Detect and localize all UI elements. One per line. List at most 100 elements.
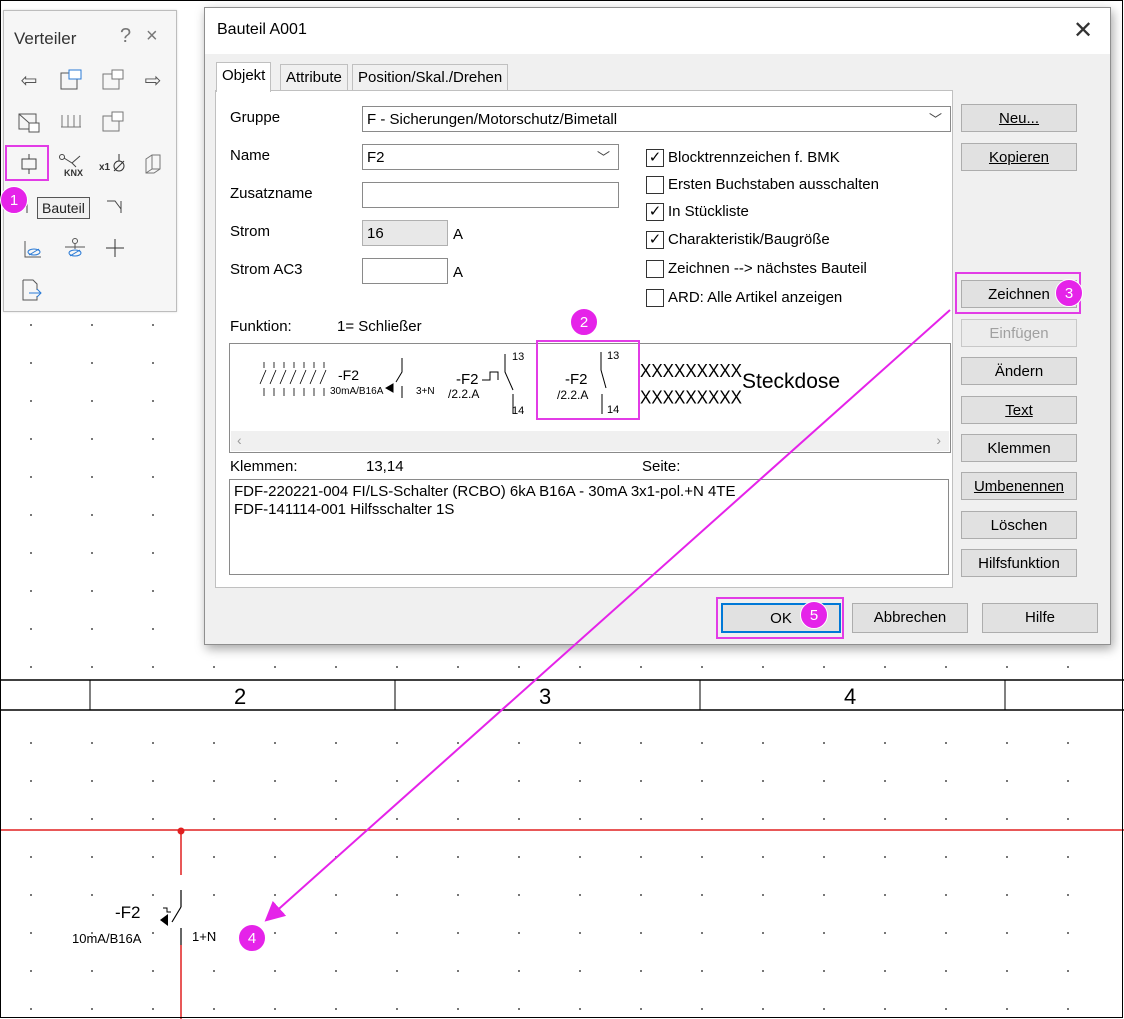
neu-button[interactable]: Neu... <box>961 104 1077 132</box>
klemmen-button[interactable]: Klemmen <box>961 434 1077 462</box>
preview-contact-symbol-delayed[interactable] <box>482 354 514 414</box>
zusatzname-label: Zusatzname <box>230 185 313 202</box>
preview-sym1-label: -F2 <box>338 367 359 383</box>
step-badge-3: 3 <box>1055 279 1083 307</box>
list-item[interactable]: FDF-141114-001 Hilfsschalter 1S <box>234 501 944 519</box>
name-combobox[interactable]: F2 ﹀ <box>362 144 619 170</box>
text-button[interactable]: Text <box>961 396 1077 424</box>
loeschen-button[interactable]: Löschen <box>961 511 1077 539</box>
tab-attribute[interactable]: Attribute <box>280 64 348 90</box>
step-badge-4: 4 <box>238 924 266 952</box>
checkbox-blocktrennzeichen[interactable]: ✓ <box>646 149 664 167</box>
palette-close-icon[interactable]: × <box>146 25 158 48</box>
terminal-x1-icon[interactable]: x1 <box>98 149 128 179</box>
column-number-3: 3 <box>539 684 552 709</box>
hilfsfunktion-button[interactable]: Hilfsfunktion <box>961 549 1077 577</box>
name-label: Name <box>230 147 271 164</box>
panel-front-icon[interactable] <box>56 65 86 95</box>
tab-objekt[interactable]: Objekt <box>216 62 272 92</box>
knx-icon[interactable]: KNX <box>56 149 86 179</box>
umbenennen-button[interactable]: Umbenennen <box>961 472 1077 500</box>
contact-icon[interactable] <box>102 191 132 221</box>
close-icon[interactable]: ✕ <box>1073 16 1093 45</box>
funktion-label: Funktion: <box>230 318 292 335</box>
preview-sym1-poles: 3+N <box>416 386 435 397</box>
stromac3-label: Strom AC3 <box>230 261 303 278</box>
preview-symbol-multipole[interactable] <box>259 362 327 396</box>
crosshair-icon[interactable] <box>100 233 130 263</box>
step-badge-1: 1 <box>0 186 28 214</box>
strom-unit: A <box>453 226 464 243</box>
highlight-selected-symbol <box>536 340 640 420</box>
checkbox-label-ard: ARD: Alle Artikel anzeigen <box>668 289 843 306</box>
dialog-title: Bauteil A001 <box>217 21 307 38</box>
checkbox-zeichnen-naechstes[interactable] <box>646 260 664 278</box>
checkbox-label-zeichnen-naechstes: Zeichnen --> nächstes Bauteil <box>668 260 867 277</box>
chevron-down-icon: ﹀ <box>596 150 610 165</box>
svg-text:KNX: KNX <box>64 168 83 177</box>
chevron-down-icon: ﹀ <box>928 112 942 127</box>
stromac3-input[interactable] <box>362 258 448 284</box>
hilfe-button[interactable]: Hilfe <box>982 603 1098 633</box>
preview-steckdose: Steckdose <box>742 370 840 393</box>
checkbox-label-charakteristik: Charakteristik/Baugröße <box>668 231 830 248</box>
preview-sym2-label: -F2 <box>456 371 479 388</box>
panel-module-icon[interactable] <box>98 107 128 137</box>
box-3d-icon[interactable] <box>138 149 168 179</box>
cad-symbol-poles: 1+N <box>192 929 216 944</box>
seite-label: Seite: <box>642 458 681 475</box>
stromac3-unit: A <box>453 264 464 281</box>
preview-xx1: XXXXXXXXX <box>640 360 742 381</box>
strom-label: Strom <box>230 223 271 240</box>
dialog-titlebar[interactable]: Bauteil A001 ✕ <box>205 8 1110 54</box>
panel-grid-icon[interactable] <box>98 65 128 95</box>
aendern-button[interactable]: Ändern <box>961 357 1077 385</box>
gruppe-value: F - Sicherungen/Motorschutz/Bimetall <box>367 111 618 128</box>
preview-sym2-t2: 14 <box>512 405 524 417</box>
tab-position[interactable]: Position/Skal./Drehen <box>352 64 509 90</box>
cad-symbol-rating: 10mA/B16A <box>72 931 142 946</box>
preview-sym2-ref: /2.2.A <box>448 387 479 401</box>
gruppe-select[interactable]: F - Sicherungen/Motorschutz/Bimetall ﹀ <box>362 106 951 132</box>
highlight-bauteil-tool <box>5 145 49 181</box>
scroll-left-icon[interactable]: ‹ <box>237 432 242 448</box>
preview-horizontal-scrollbar[interactable]: ‹ › <box>231 431 949 451</box>
preview-rcbo-symbol[interactable] <box>384 358 403 398</box>
arrow-right-icon[interactable]: ⇨ <box>138 65 168 95</box>
checkbox-label-blocktrennzeichen: Blocktrennzeichen f. BMK <box>668 149 840 166</box>
export-page-icon[interactable] <box>16 275 46 305</box>
palette-title: Verteiler <box>14 29 77 48</box>
bauteil-tooltip: Bauteil <box>37 197 90 219</box>
panel-insert-icon[interactable] <box>14 107 44 137</box>
step-badge-2: 2 <box>570 308 598 336</box>
column-number-4: 4 <box>844 684 857 709</box>
checkbox-stueckliste[interactable]: ✓ <box>646 203 664 221</box>
kopieren-button[interactable]: Kopieren <box>961 143 1077 171</box>
strom-input[interactable]: 16 <box>362 220 448 246</box>
column-number-2: 2 <box>234 684 247 709</box>
checkbox-ersten-buchstaben[interactable] <box>646 176 664 194</box>
einfuegen-button[interactable]: Einfügen <box>961 319 1077 347</box>
abbrechen-button[interactable]: Abbrechen <box>852 603 968 633</box>
klemmen-value: 13,14 <box>366 458 404 475</box>
arrow-left-icon[interactable]: ⇦ <box>14 65 44 95</box>
zusatzname-input[interactable] <box>362 182 619 208</box>
preview-xx2: XXXXXXXXX <box>640 387 742 408</box>
list-item[interactable]: FDF-220221-004 FI/LS-Schalter (RCBO) 6kA… <box>234 483 944 501</box>
svg-text:x1: x1 <box>99 162 111 173</box>
step-badge-5: 5 <box>800 601 828 629</box>
preview-sym1-sub: 30mA/B16A <box>330 386 384 397</box>
gruppe-label: Gruppe <box>230 109 281 126</box>
palette-help-icon[interactable]: ? <box>120 25 131 48</box>
preview-sym2-t1: 13 <box>512 351 524 363</box>
rail-icon[interactable] <box>56 107 86 137</box>
checkbox-ard[interactable] <box>646 289 664 307</box>
cable-node-icon[interactable] <box>60 233 90 263</box>
article-list[interactable]: FDF-220221-004 FI/LS-Schalter (RCBO) 6kA… <box>229 479 949 575</box>
scroll-right-icon[interactable]: › <box>936 432 941 448</box>
checkbox-label-ersten-buchstaben: Ersten Buchstaben ausschalten <box>668 176 879 193</box>
junction-dot <box>177 827 185 835</box>
name-value: F2 <box>367 149 385 166</box>
cable-entry-icon[interactable] <box>18 233 48 263</box>
checkbox-charakteristik[interactable]: ✓ <box>646 231 664 249</box>
